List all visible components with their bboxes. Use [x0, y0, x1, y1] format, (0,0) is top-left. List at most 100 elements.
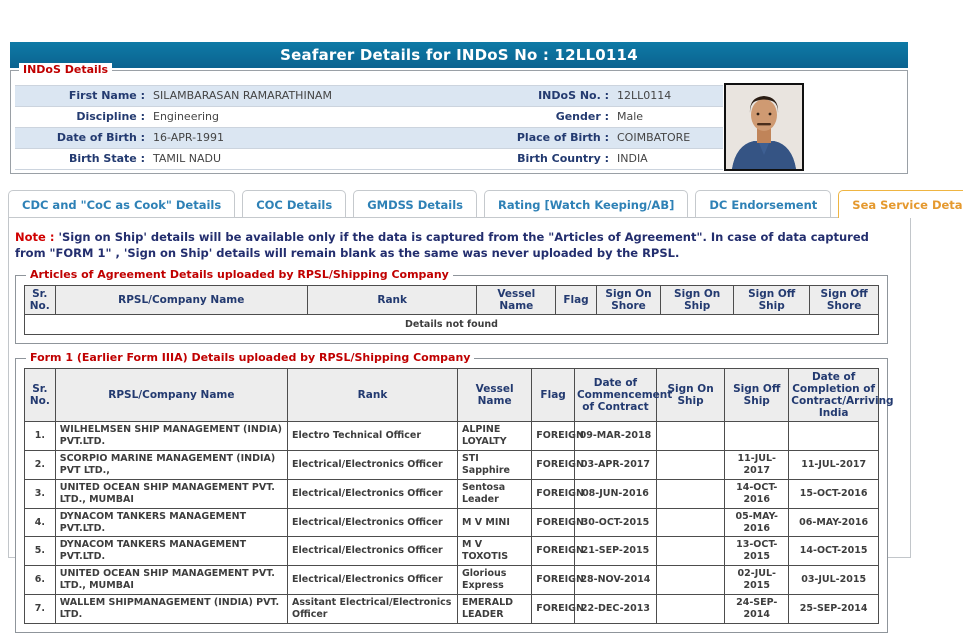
col-header-sr-no: Sr. No. [25, 286, 56, 315]
table-row: 6. UNITED OCEAN SHIP MANAGEMENT PVT. LTD… [25, 566, 879, 595]
cell-commencement: 08-JUN-2016 [574, 479, 656, 508]
cell-company: DYNACOM TANKERS MANAGEMENT PVT.LTD. [55, 508, 287, 537]
cell-rank: Electrical/Electronics Officer [288, 537, 458, 566]
details-not-found-message: Details not found [25, 315, 879, 335]
cell-sign-off-ship: 05-MAY-2016 [725, 508, 789, 537]
col-header-sign-off-ship: Sign Off Ship [734, 286, 810, 315]
col-header-company: RPSL/Company Name [55, 369, 287, 422]
cell-completion: 25-SEP-2014 [789, 594, 879, 623]
table-row: 2. SCORPIO MARINE MANAGEMENT (INDIA) PVT… [25, 451, 879, 480]
cell-company: SCORPIO MARINE MANAGEMENT (INDIA) PVT LT… [55, 451, 287, 480]
cell-sign-off-ship: 02-JUL-2015 [725, 566, 789, 595]
indos-details-grid: First Name : SILAMBARASAN RAMARATHINAM I… [15, 85, 723, 170]
indos-no-label: INDoS No. : [451, 86, 615, 106]
tab-rating-watch-keeping-ab[interactable]: Rating [Watch Keeping/AB] [484, 190, 688, 218]
place-of-birth-label: Place of Birth : [451, 128, 615, 148]
col-header-sign-off-shore: Sign Off Shore [810, 286, 879, 315]
sea-service-details-panel: Note : 'Sign on Ship' details will be av… [8, 217, 911, 558]
cell-flag: FOREIGN [532, 594, 575, 623]
tab-sea-service-details[interactable]: Sea Service Details [838, 190, 963, 218]
cell-sr-no: 2. [25, 451, 56, 480]
tab-coc-details[interactable]: COC Details [242, 190, 346, 218]
cell-sr-no: 4. [25, 508, 56, 537]
cell-company: UNITED OCEAN SHIP MANAGEMENT PVT. LTD., … [55, 479, 287, 508]
birth-country-label: Birth Country : [451, 149, 615, 169]
note-text: 'Sign on Ship' details will be available… [15, 230, 869, 260]
cell-company: DYNACOM TANKERS MANAGEMENT PVT.LTD. [55, 537, 287, 566]
cell-sign-on-ship [656, 508, 724, 537]
cell-rank: Electro Technical Officer [288, 422, 458, 451]
form1-header-row: Sr. No. RPSL/Company Name Rank Vessel Na… [25, 369, 879, 422]
cell-sr-no: 7. [25, 594, 56, 623]
detail-row-date-of-birth: Date of Birth : 16-APR-1991 Place of Bir… [15, 128, 723, 149]
tab-dc-endorsement[interactable]: DC Endorsement [695, 190, 831, 218]
detail-row-discipline: Discipline : Engineering Gender : Male [15, 107, 723, 128]
form1-details-legend: Form 1 (Earlier Form IIIA) Details uploa… [26, 351, 474, 364]
date-of-birth-label: Date of Birth : [15, 128, 151, 148]
articles-of-agreement-fieldset: Articles of Agreement Details uploaded b… [15, 275, 888, 344]
articles-header-row: Sr. No. RPSL/Company Name Rank Vessel Na… [25, 286, 879, 315]
cell-commencement: 21-SEP-2015 [574, 537, 656, 566]
place-of-birth-value: COIMBATORE [615, 128, 723, 148]
cell-vessel: STI Sapphire [457, 451, 531, 480]
birth-country-value: INDIA [615, 149, 723, 169]
cell-commencement: 09-MAR-2018 [574, 422, 656, 451]
col-header-completion: Date of Completion of Contract/Arriving … [789, 369, 879, 422]
cell-sr-no: 6. [25, 566, 56, 595]
cell-vessel: M V MINI [457, 508, 531, 537]
cell-rank: Electrical/Electronics Officer [288, 566, 458, 595]
first-name-value: SILAMBARASAN RAMARATHINAM [151, 86, 451, 106]
cell-completion [789, 422, 879, 451]
cell-sr-no: 3. [25, 479, 56, 508]
table-row: 5. DYNACOM TANKERS MANAGEMENT PVT.LTD. E… [25, 537, 879, 566]
cell-company: WILHELMSEN SHIP MANAGEMENT (INDIA) PVT.L… [55, 422, 287, 451]
birth-state-label: Birth State : [15, 149, 151, 169]
cell-rank: Electrical/Electronics Officer [288, 508, 458, 537]
discipline-label: Discipline : [15, 107, 151, 127]
seafarer-photo [724, 83, 804, 171]
cell-sign-off-ship: 13-OCT-2015 [725, 537, 789, 566]
col-header-flag: Flag [532, 369, 575, 422]
table-row: 3. UNITED OCEAN SHIP MANAGEMENT PVT. LTD… [25, 479, 879, 508]
cell-sign-on-ship [656, 422, 724, 451]
cell-flag: FOREIGN [532, 508, 575, 537]
cell-commencement: 03-APR-2017 [574, 451, 656, 480]
form1-details-table: Sr. No. RPSL/Company Name Rank Vessel Na… [24, 368, 879, 624]
cell-flag: FOREIGN [532, 479, 575, 508]
articles-of-agreement-legend: Articles of Agreement Details uploaded b… [26, 268, 453, 281]
indos-details-legend: INDoS Details [19, 63, 112, 76]
form1-details-fieldset: Form 1 (Earlier Form IIIA) Details uploa… [15, 358, 888, 633]
cell-sign-on-ship [656, 537, 724, 566]
indos-details-fieldset: INDoS Details First Name : SILAMBARASAN … [10, 70, 908, 174]
table-row: 4. DYNACOM TANKERS MANAGEMENT PVT.LTD. E… [25, 508, 879, 537]
page-title: Seafarer Details for INDoS No : 12LL0114 [10, 42, 908, 68]
birth-state-value: TAMIL NADU [151, 149, 451, 169]
note-label: Note : [15, 230, 54, 244]
cell-completion: 11-JUL-2017 [789, 451, 879, 480]
cell-commencement: 30-OCT-2015 [574, 508, 656, 537]
tab-cdc-coc-as-cook-details[interactable]: CDC and "CoC as Cook" Details [8, 190, 235, 218]
cell-rank: Electrical/Electronics Officer [288, 451, 458, 480]
col-header-commencement: Date of Commencement of Contract [574, 369, 656, 422]
cell-sign-on-ship [656, 594, 724, 623]
gender-value: Male [615, 107, 723, 127]
cell-sign-off-ship: 14-OCT-2016 [725, 479, 789, 508]
tab-gmdss-details[interactable]: GMDSS Details [353, 190, 477, 218]
table-row: 7. WALLEM SHIPMANAGEMENT (INDIA) PVT. LT… [25, 594, 879, 623]
col-header-sign-on-ship: Sign On Ship [661, 286, 734, 315]
table-row: 1. WILHELMSEN SHIP MANAGEMENT (INDIA) PV… [25, 422, 879, 451]
gender-label: Gender : [451, 107, 615, 127]
seafarer-details-page: { "header": { "title": "Seafarer Details… [0, 0, 963, 564]
cell-completion: 15-OCT-2016 [789, 479, 879, 508]
cell-sr-no: 5. [25, 537, 56, 566]
cell-flag: FOREIGN [532, 566, 575, 595]
seafarer-photo-illustration [726, 85, 802, 169]
sign-on-ship-note: Note : 'Sign on Ship' details will be av… [15, 230, 902, 261]
col-header-vessel: Vessel Name [457, 369, 531, 422]
detail-row-birth-state: Birth State : TAMIL NADU Birth Country :… [15, 149, 723, 170]
cell-vessel: EMERALD LEADER [457, 594, 531, 623]
cell-vessel: M V TOXOTIS [457, 537, 531, 566]
cell-sign-on-ship [656, 451, 724, 480]
cell-flag: FOREIGN [532, 451, 575, 480]
cell-vessel: ALPINE LOYALTY [457, 422, 531, 451]
